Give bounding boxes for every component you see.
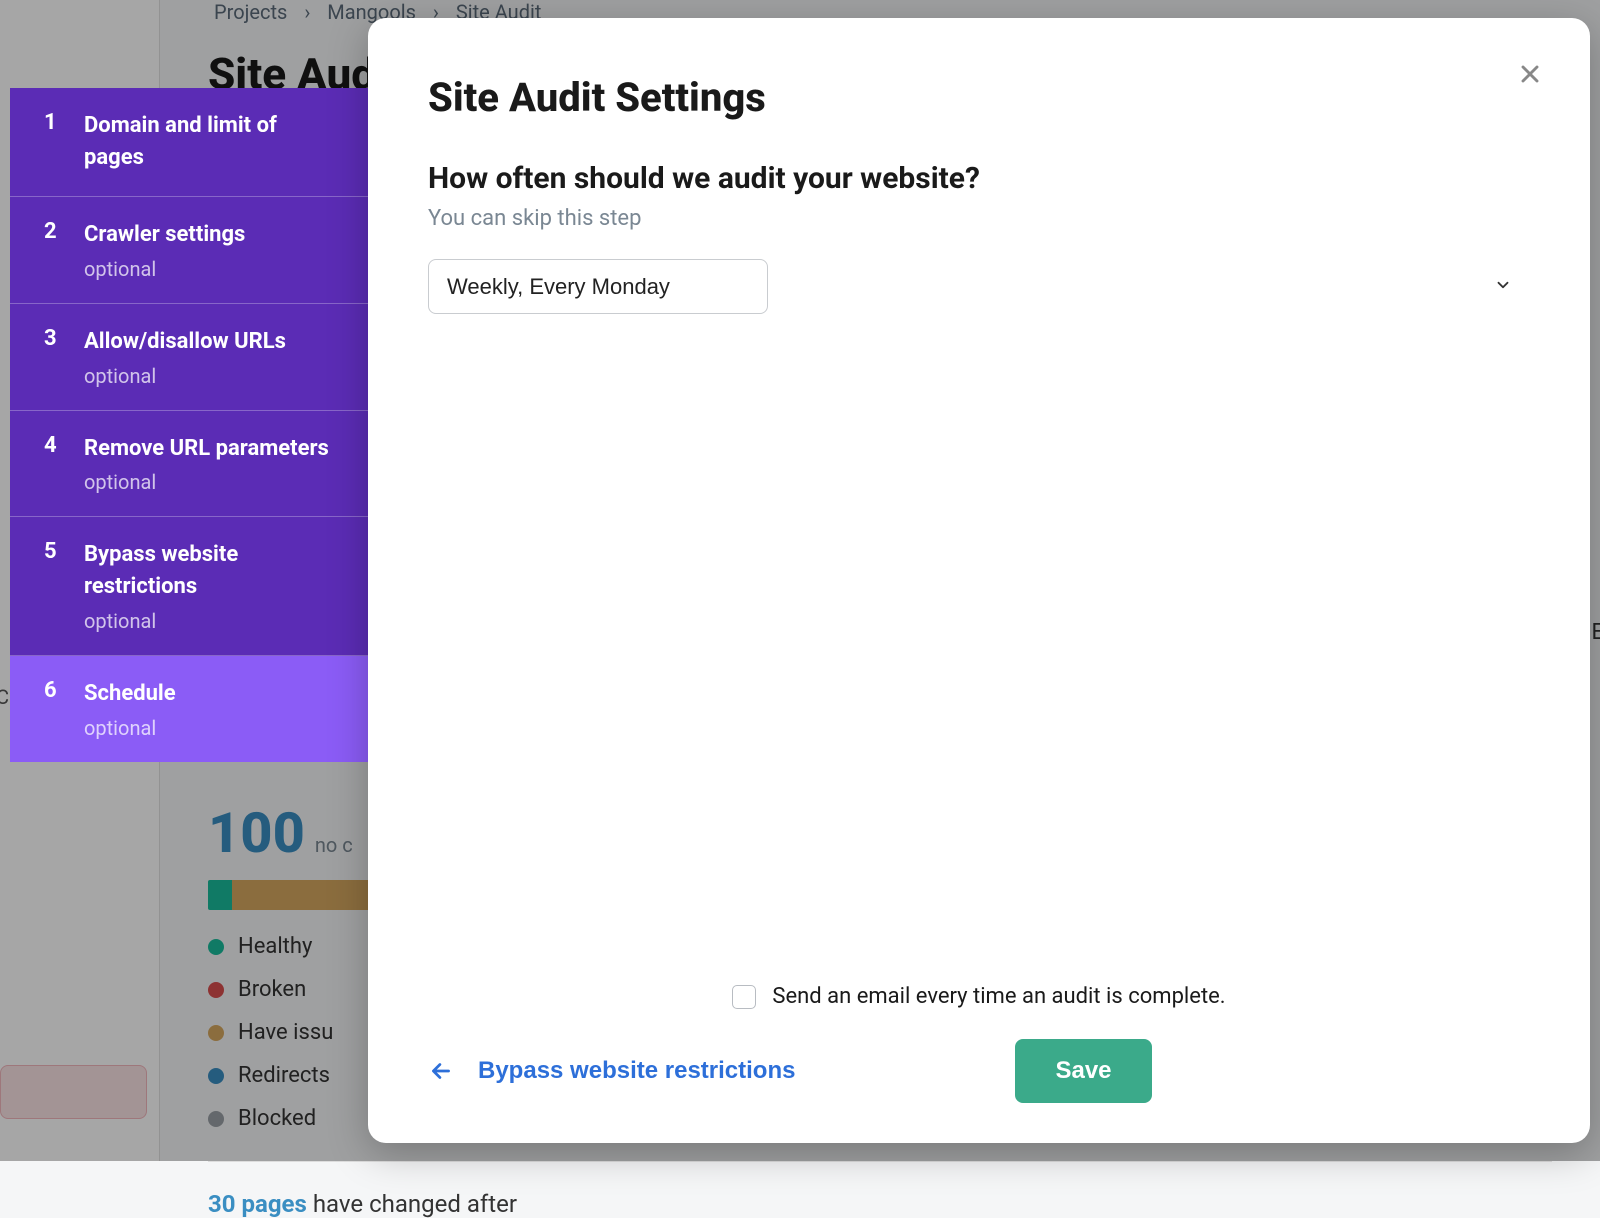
- step-title: Remove URL parameters: [84, 433, 342, 465]
- wizard-step-4[interactable]: 4 Remove URL parameters optional: [10, 411, 368, 518]
- close-button[interactable]: [1510, 54, 1550, 94]
- modal-actions: Bypass website restrictions Save: [428, 1039, 1530, 1103]
- step-body: Schedule optional: [84, 678, 342, 740]
- step-number: 3: [44, 326, 62, 388]
- changed-count: 30 pages: [208, 1190, 307, 1218]
- step-number: 2: [44, 219, 62, 281]
- wizard-step-6[interactable]: 6 Schedule optional: [10, 656, 368, 762]
- step-optional: optional: [84, 609, 342, 633]
- step-number: 6: [44, 678, 62, 740]
- back-button[interactable]: Bypass website restrictions: [428, 1055, 795, 1087]
- step-optional: optional: [84, 470, 342, 494]
- step-optional: optional: [84, 364, 342, 388]
- email-notify-checkbox[interactable]: [732, 985, 756, 1009]
- modal-subtitle: You can skip this step: [428, 206, 1530, 231]
- settings-modal: Site Audit Settings How often should we …: [368, 18, 1590, 1143]
- back-button-label: Bypass website restrictions: [478, 1055, 795, 1087]
- step-title: Crawler settings: [84, 219, 342, 251]
- email-notify-label: Send an email every time an audit is com…: [772, 984, 1225, 1009]
- step-optional: optional: [84, 716, 342, 740]
- close-icon: [1516, 60, 1544, 88]
- schedule-select-wrap: Weekly, Every Monday: [428, 259, 1530, 314]
- chevron-down-icon: [1494, 276, 1512, 298]
- wizard-step-1[interactable]: 1 Domain and limit of pages: [10, 88, 368, 197]
- wizard-step-2[interactable]: 2 Crawler settings optional: [10, 197, 368, 304]
- step-body: Allow/disallow URLs optional: [84, 326, 342, 388]
- step-title: Bypass website restrictions: [84, 539, 342, 603]
- step-title: Allow/disallow URLs: [84, 326, 342, 358]
- step-number: 5: [44, 539, 62, 633]
- changed-text: have changed after: [307, 1190, 517, 1218]
- wizard-step-5[interactable]: 5 Bypass website restrictions optional: [10, 517, 368, 656]
- modal-title: Site Audit Settings: [428, 74, 1530, 121]
- step-body: Crawler settings optional: [84, 219, 342, 281]
- schedule-select[interactable]: Weekly, Every Monday: [428, 259, 768, 314]
- step-optional: optional: [84, 257, 342, 281]
- step-title: Schedule: [84, 678, 342, 710]
- arrow-left-icon: [428, 1058, 454, 1084]
- wizard-step-3[interactable]: 3 Allow/disallow URLs optional: [10, 304, 368, 411]
- modal-question: How often should we audit your website?: [428, 161, 1530, 196]
- save-button[interactable]: Save: [1015, 1039, 1151, 1103]
- step-number: 1: [44, 110, 62, 174]
- email-notify-row: Send an email every time an audit is com…: [428, 984, 1530, 1009]
- step-body: Remove URL parameters optional: [84, 433, 342, 495]
- modal-footer: Send an email every time an audit is com…: [428, 984, 1530, 1103]
- wizard-step-nav: 1 Domain and limit of pages 2 Crawler setti…: [10, 88, 368, 762]
- step-body: Domain and limit of pages: [84, 110, 342, 174]
- changed-info: 30 pages have changed after: [208, 1161, 1552, 1218]
- step-number: 4: [44, 433, 62, 495]
- step-title: Domain and limit of pages: [84, 110, 342, 174]
- step-body: Bypass website restrictions optional: [84, 539, 342, 633]
